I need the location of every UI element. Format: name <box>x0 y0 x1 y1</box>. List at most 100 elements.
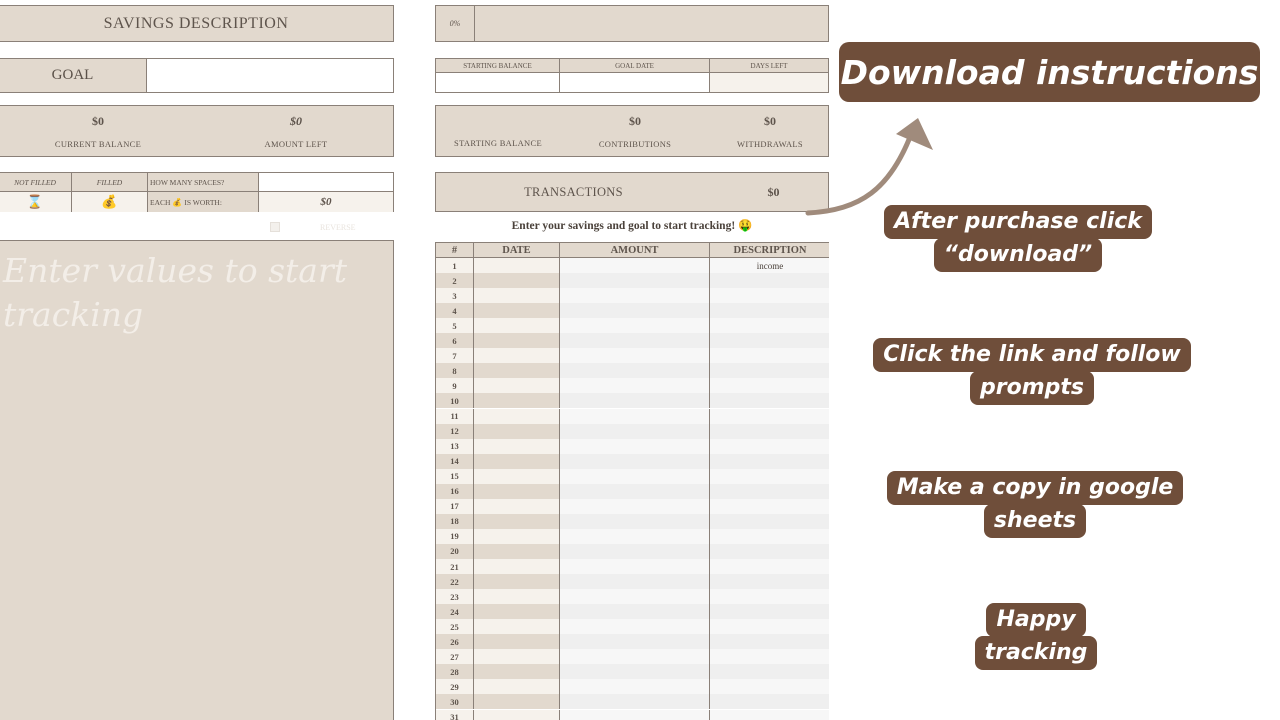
row-amount-cell[interactable] <box>560 303 710 319</box>
row-description-cell[interactable] <box>710 604 829 620</box>
row-description-cell[interactable] <box>710 453 829 469</box>
row-amount-cell[interactable] <box>560 679 710 695</box>
row-date-cell[interactable] <box>474 318 560 334</box>
row-amount-cell[interactable] <box>560 453 710 469</box>
goal-date-input[interactable] <box>560 73 710 92</box>
row-amount-cell[interactable] <box>560 258 710 273</box>
row-date-cell[interactable] <box>474 559 560 574</box>
row-amount-cell[interactable] <box>560 619 710 635</box>
row-amount-cell[interactable] <box>560 378 710 394</box>
row-amount-cell[interactable] <box>560 423 710 439</box>
row-description-cell[interactable] <box>710 468 829 484</box>
row-description-cell[interactable] <box>710 694 829 710</box>
row-description-cell[interactable] <box>710 363 829 379</box>
row-date-cell[interactable] <box>474 438 560 454</box>
row-date-cell[interactable] <box>474 709 560 720</box>
row-date-cell[interactable] <box>474 679 560 695</box>
row-amount-cell[interactable] <box>560 333 710 349</box>
row-date-cell[interactable] <box>474 348 560 364</box>
row-date-cell[interactable] <box>474 408 560 424</box>
row-date-cell[interactable] <box>474 258 560 273</box>
row-amount-cell[interactable] <box>560 408 710 424</box>
row-amount-cell[interactable] <box>560 574 710 590</box>
row-date-cell[interactable] <box>474 468 560 484</box>
row-description-cell[interactable] <box>710 348 829 364</box>
row-amount-cell[interactable] <box>560 634 710 650</box>
row-description-cell[interactable] <box>710 303 829 319</box>
money-bag-icon[interactable]: 💰 <box>72 192 148 212</box>
row-description-cell[interactable] <box>710 438 829 454</box>
reverse-toggle[interactable]: REVERSE <box>270 220 390 234</box>
row-amount-cell[interactable] <box>560 604 710 620</box>
row-amount-cell[interactable] <box>560 543 710 559</box>
starting-balance-input[interactable] <box>436 73 560 92</box>
row-date-cell[interactable] <box>474 694 560 710</box>
row-date-cell[interactable] <box>474 498 560 514</box>
row-date-cell[interactable] <box>474 423 560 439</box>
row-amount-cell[interactable] <box>560 498 710 514</box>
row-amount-cell[interactable] <box>560 318 710 334</box>
row-description-cell[interactable] <box>710 318 829 334</box>
row-amount-cell[interactable] <box>560 694 710 710</box>
row-description-cell[interactable] <box>710 378 829 394</box>
row-amount-cell[interactable] <box>560 438 710 454</box>
row-description-cell[interactable] <box>710 679 829 695</box>
row-date-cell[interactable] <box>474 589 560 605</box>
row-date-cell[interactable] <box>474 363 560 379</box>
row-description-cell[interactable] <box>710 619 829 635</box>
row-date-cell[interactable] <box>474 528 560 544</box>
row-amount-cell[interactable] <box>560 664 710 680</box>
row-description-cell[interactable]: income <box>710 258 829 273</box>
row-amount-cell[interactable] <box>560 649 710 665</box>
row-date-cell[interactable] <box>474 453 560 469</box>
row-description-cell[interactable] <box>710 483 829 499</box>
row-description-cell[interactable] <box>710 634 829 650</box>
row-amount-cell[interactable] <box>560 709 710 720</box>
row-amount-cell[interactable] <box>560 528 710 544</box>
row-date-cell[interactable] <box>474 513 560 529</box>
row-date-cell[interactable] <box>474 333 560 349</box>
row-date-cell[interactable] <box>474 273 560 289</box>
row-amount-cell[interactable] <box>560 513 710 529</box>
row-description-cell[interactable] <box>710 664 829 680</box>
row-date-cell[interactable] <box>474 664 560 680</box>
row-amount-cell[interactable] <box>560 559 710 574</box>
row-description-cell[interactable] <box>710 288 829 304</box>
row-description-cell[interactable] <box>710 273 829 289</box>
row-amount-cell[interactable] <box>560 589 710 605</box>
row-description-cell[interactable] <box>710 559 829 574</box>
row-amount-cell[interactable] <box>560 273 710 289</box>
row-date-cell[interactable] <box>474 543 560 559</box>
row-date-cell[interactable] <box>474 288 560 304</box>
goal-input[interactable] <box>147 59 393 92</box>
row-description-cell[interactable] <box>710 423 829 439</box>
row-date-cell[interactable] <box>474 303 560 319</box>
row-date-cell[interactable] <box>474 649 560 665</box>
row-date-cell[interactable] <box>474 483 560 499</box>
reverse-checkbox[interactable] <box>270 222 280 232</box>
row-description-cell[interactable] <box>710 408 829 424</box>
row-date-cell[interactable] <box>474 634 560 650</box>
row-amount-cell[interactable] <box>560 288 710 304</box>
row-description-cell[interactable] <box>710 393 829 409</box>
row-description-cell[interactable] <box>710 589 829 605</box>
row-description-cell[interactable] <box>710 709 829 720</box>
row-description-cell[interactable] <box>710 574 829 590</box>
hourglass-icon[interactable]: ⌛ <box>0 192 72 212</box>
row-amount-cell[interactable] <box>560 393 710 409</box>
row-description-cell[interactable] <box>710 498 829 514</box>
row-description-cell[interactable] <box>710 649 829 665</box>
how-many-spaces-input[interactable] <box>259 173 393 192</box>
row-amount-cell[interactable] <box>560 468 710 484</box>
row-date-cell[interactable] <box>474 378 560 394</box>
row-date-cell[interactable] <box>474 619 560 635</box>
row-date-cell[interactable] <box>474 393 560 409</box>
row-description-cell[interactable] <box>710 528 829 544</box>
row-description-cell[interactable] <box>710 543 829 559</box>
each-worth-value[interactable]: $0 <box>259 192 393 212</box>
row-amount-cell[interactable] <box>560 348 710 364</box>
row-amount-cell[interactable] <box>560 483 710 499</box>
row-date-cell[interactable] <box>474 574 560 590</box>
row-description-cell[interactable] <box>710 333 829 349</box>
row-description-cell[interactable] <box>710 513 829 529</box>
